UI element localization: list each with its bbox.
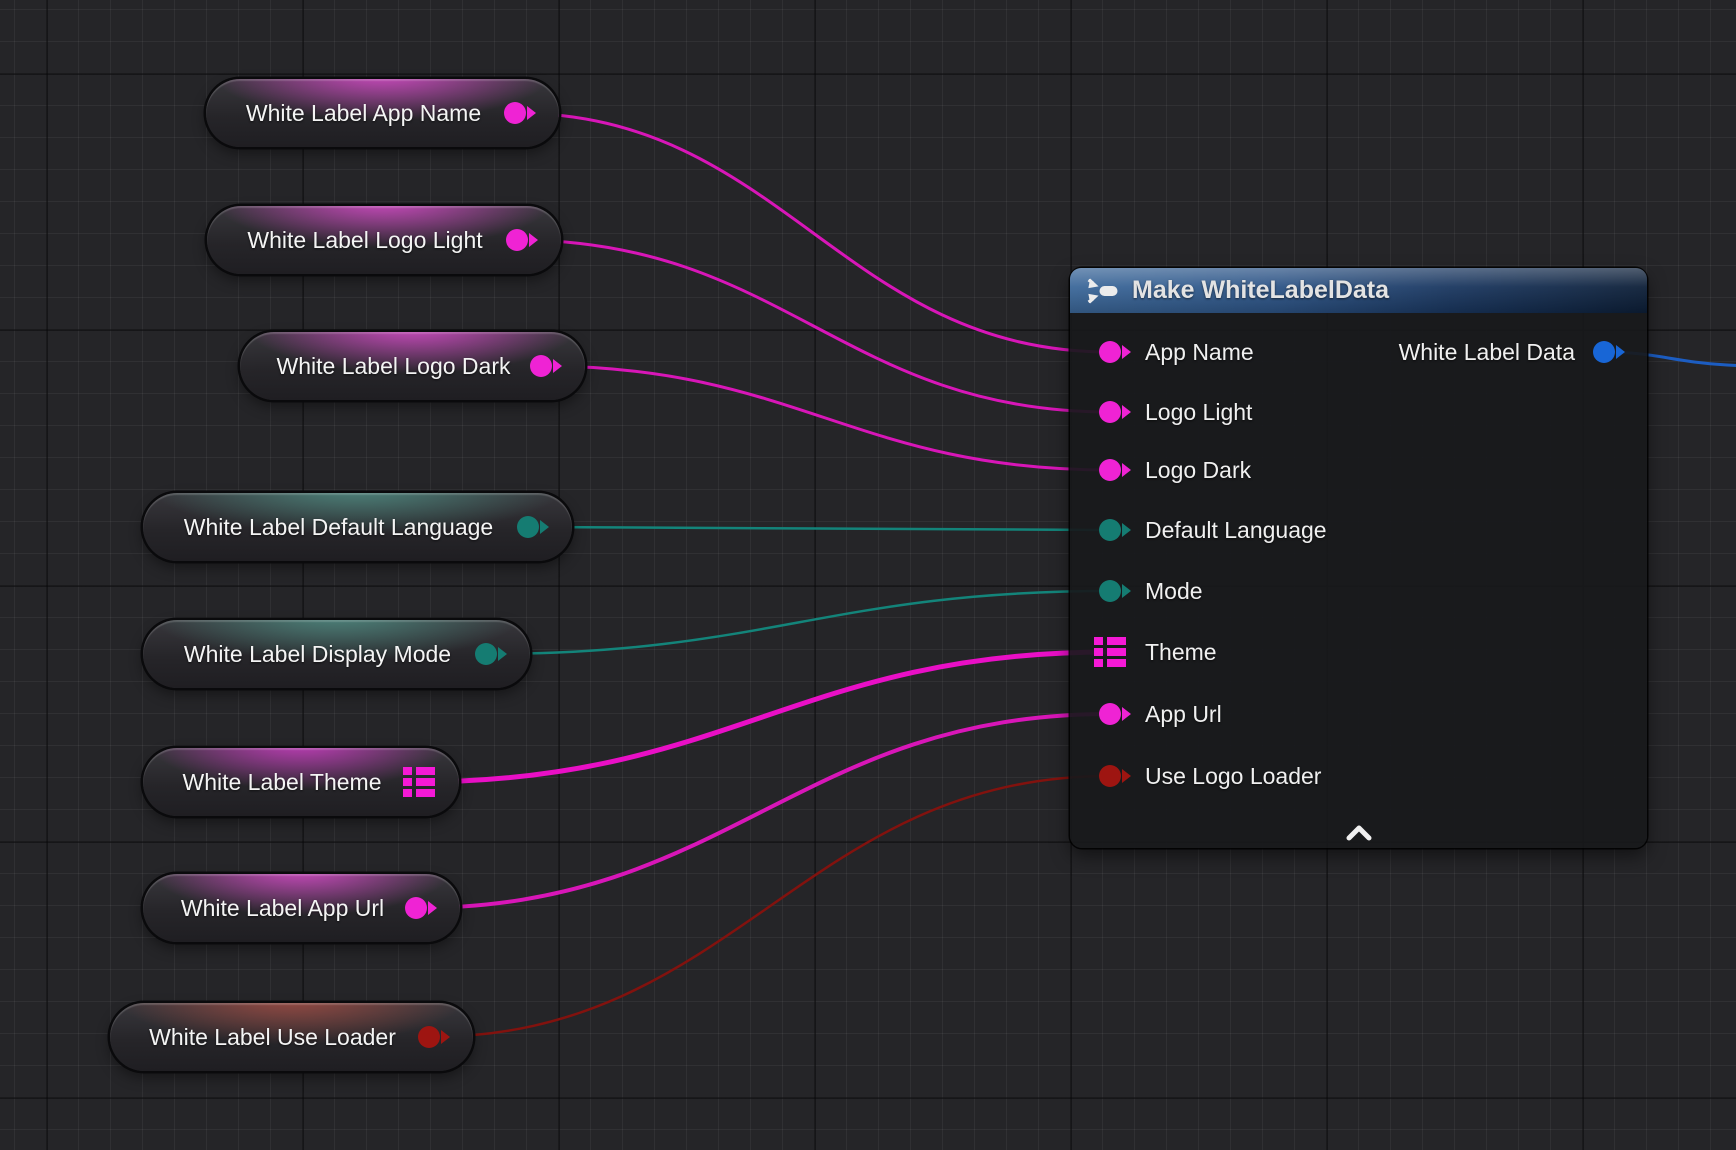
string-input-pin[interactable]	[1099, 459, 1121, 481]
wire[interactable]	[541, 366, 1110, 470]
blueprint-graph-canvas[interactable]: White Label App Name White Label Logo Lig…	[0, 0, 1736, 1150]
chevron-up-icon	[1345, 825, 1373, 841]
struct-pin-cell	[416, 767, 435, 775]
input-pin-label: App Url	[1145, 701, 1222, 728]
enum-input-pin[interactable]	[1099, 580, 1121, 602]
variable-getter-node[interactable]: White Label Display Mode	[143, 620, 530, 688]
variable-getter-label: White Label Display Mode	[158, 641, 515, 668]
input-pin-label: Use Logo Loader	[1145, 763, 1321, 790]
output-pin-row: White Label Data	[1399, 335, 1615, 369]
variable-getter-node[interactable]: White Label App Name	[206, 79, 559, 147]
string-input-pin[interactable]	[1099, 703, 1121, 725]
variable-getter-node[interactable]: White Label Logo Light	[207, 206, 561, 274]
variable-getter-label: White Label Logo Light	[221, 227, 546, 254]
output-pin-label: White Label Data	[1399, 339, 1575, 366]
struct-pin-cell	[1094, 659, 1103, 667]
wire[interactable]	[486, 591, 1110, 654]
input-pin-label: Logo Dark	[1145, 457, 1251, 484]
string-output-pin[interactable]	[504, 102, 526, 124]
bool-input-pin[interactable]	[1099, 765, 1121, 787]
variable-getter-label: White Label Logo Dark	[251, 353, 575, 380]
make-struct-node[interactable]: Make WhiteLabelData App Name Logo Light Log…	[1070, 268, 1647, 848]
node-header[interactable]: Make WhiteLabelData	[1070, 268, 1647, 313]
bool-output-pin[interactable]	[418, 1026, 440, 1048]
struct-pin-cell	[416, 789, 435, 797]
variable-getter-node[interactable]: White Label Logo Dark	[240, 332, 585, 400]
string-output-pin[interactable]	[530, 355, 552, 377]
input-pin-row: App Name	[1099, 335, 1254, 369]
struct-pin-cell	[403, 767, 412, 775]
enum-input-pin[interactable]	[1099, 519, 1121, 541]
variable-getter-node[interactable]: White Label App Url	[143, 874, 460, 942]
struct-pin-cell	[403, 789, 412, 797]
struct-output-pin-icon[interactable]	[403, 767, 435, 797]
input-pin-row: Mode	[1099, 574, 1203, 608]
struct-pin-cell	[416, 778, 435, 786]
struct-input-pin-icon[interactable]	[1094, 637, 1126, 667]
wire[interactable]	[528, 527, 1110, 530]
collapse-node-button[interactable]	[1344, 824, 1374, 842]
variable-getter-node[interactable]: White Label Use Loader	[110, 1003, 473, 1071]
wire[interactable]	[416, 714, 1110, 908]
wire[interactable]	[515, 113, 1110, 352]
variable-getter-node[interactable]: White Label Default Language	[143, 493, 572, 561]
struct-pin-cell	[1107, 637, 1126, 645]
string-output-pin[interactable]	[405, 897, 427, 919]
enum-output-pin[interactable]	[475, 643, 497, 665]
string-output-pin[interactable]	[506, 229, 528, 251]
variable-getter-node[interactable]: White Label Theme	[143, 748, 459, 816]
variable-getter-label: White Label App Name	[220, 100, 545, 127]
variable-getter-label: White Label Default Language	[158, 514, 557, 541]
input-pin-row: Default Language	[1099, 513, 1327, 547]
object-output-pin[interactable]	[1593, 341, 1615, 363]
wire[interactable]	[517, 240, 1110, 412]
input-pin-row: Use Logo Loader	[1099, 759, 1321, 793]
input-pin-label: Logo Light	[1145, 399, 1252, 426]
struct-pin-cell	[1094, 648, 1103, 656]
struct-pin-cell	[1094, 637, 1103, 645]
input-pin-label: Default Language	[1145, 517, 1327, 544]
input-pin-label: App Name	[1145, 339, 1254, 366]
enum-output-pin[interactable]	[517, 516, 539, 538]
input-pin-row: Logo Light	[1099, 395, 1252, 429]
input-pin-label: Mode	[1145, 578, 1203, 605]
struct-pin-cell	[1107, 648, 1126, 656]
string-input-pin[interactable]	[1099, 341, 1121, 363]
variable-getter-label: White Label Use Loader	[123, 1024, 460, 1051]
wire[interactable]	[429, 776, 1110, 1037]
struct-pin-cell	[1107, 659, 1126, 667]
input-pin-row: Logo Dark	[1099, 453, 1251, 487]
node-title: Make WhiteLabelData	[1132, 276, 1389, 305]
input-pin-row: App Url	[1099, 697, 1222, 731]
struct-pin-cell	[403, 778, 412, 786]
string-input-pin[interactable]	[1099, 401, 1121, 423]
make-struct-icon	[1086, 277, 1120, 305]
input-pin-label: Theme	[1145, 639, 1217, 666]
input-pin-row: Theme	[1094, 635, 1217, 669]
